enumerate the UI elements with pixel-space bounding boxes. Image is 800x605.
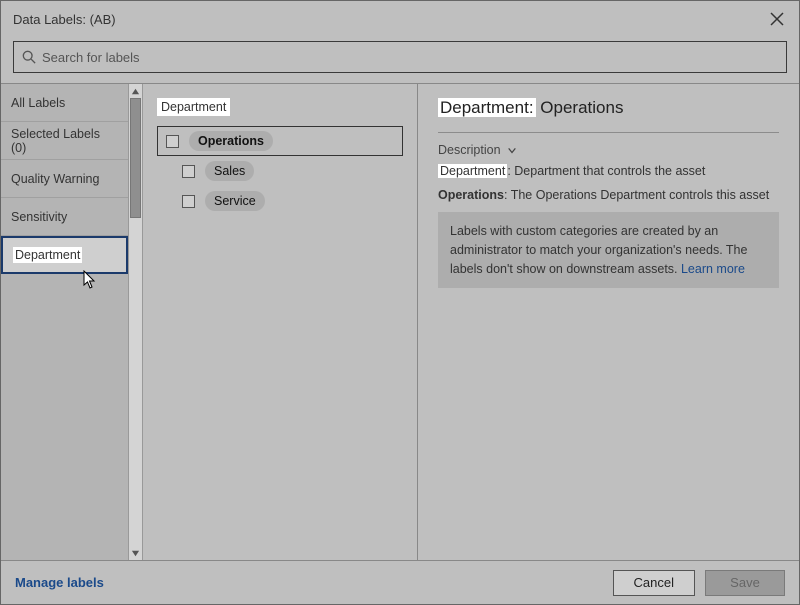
sidebar-item-label: Sensitivity [11,210,67,224]
sidebar-item-label: Selected Labels (0) [11,127,118,155]
divider [438,132,779,133]
description-heading: Description [438,143,501,157]
label-pill: Operations [189,131,273,151]
sidebar-item-all-labels[interactable]: All Labels [1,84,128,122]
description-toggle[interactable]: Description [438,143,779,157]
save-button[interactable]: Save [705,570,785,596]
label-pill: Service [205,191,265,211]
manage-labels-link[interactable]: Manage labels [15,575,603,590]
label-pill: Sales [205,161,254,181]
search-container [1,37,799,83]
description-line-operations: Operations: The Operations Department co… [438,187,779,205]
details-pane: Department: Operations Description Depar… [418,84,799,560]
chevron-up-icon [131,87,140,96]
sidebar-item-quality-warning[interactable]: Quality Warning [1,160,128,198]
desc-rest: : Department that controls the asset [507,164,705,178]
label-row-service[interactable]: Service [173,186,403,216]
details-title-key: Department: [438,98,536,117]
label-row-operations[interactable]: Operations [157,126,403,156]
sidebar-item-label: All Labels [11,96,65,110]
scrollbar-thumb[interactable] [130,98,141,218]
chevron-down-icon [507,145,517,155]
sidebar-scrollbar[interactable] [128,84,143,560]
dialog-title: Data Labels: (AB) [13,12,767,27]
learn-more-link[interactable]: Learn more [681,262,745,276]
details-title: Department: Operations [438,98,779,118]
main-content: Department Operations Sales Service Depa… [143,84,799,560]
details-title-value: Operations [540,98,623,117]
sidebar-item-department[interactable]: Department [1,236,128,274]
description-line-department: Department: Department that controls the… [438,163,779,181]
chevron-down-icon [131,549,140,558]
close-icon [770,12,784,26]
checkbox-icon[interactable] [182,165,195,178]
checkbox-icon[interactable] [182,195,195,208]
label-row-sales[interactable]: Sales [173,156,403,186]
scrollbar-up-arrow[interactable] [129,84,142,98]
dialog-header: Data Labels: (AB) [1,1,799,37]
desc-rest: : The Operations Department controls thi… [504,188,769,202]
label-list-pane: Department Operations Sales Service [143,84,418,560]
checkbox-icon[interactable] [166,135,179,148]
desc-key: Operations [438,188,504,202]
cancel-button[interactable]: Cancel [613,570,695,596]
search-icon [22,50,36,64]
dialog-footer: Manage labels Cancel Save [1,560,799,604]
dialog-body: All Labels Selected Labels (0) Quality W… [1,83,799,560]
sidebar: All Labels Selected Labels (0) Quality W… [1,84,128,560]
sidebar-item-label: Department [13,247,82,263]
sidebar-item-selected-labels[interactable]: Selected Labels (0) [1,122,128,160]
sidebar-item-sensitivity[interactable]: Sensitivity [1,198,128,236]
label-category-header: Department [157,98,230,116]
search-field[interactable] [13,41,787,73]
close-button[interactable] [767,9,787,29]
scrollbar-down-arrow[interactable] [129,546,142,560]
sidebar-item-label: Quality Warning [11,172,99,186]
scrollbar-track[interactable] [129,98,142,546]
info-box: Labels with custom categories are create… [438,212,779,288]
search-input[interactable] [42,50,778,65]
desc-key: Department [438,164,507,178]
